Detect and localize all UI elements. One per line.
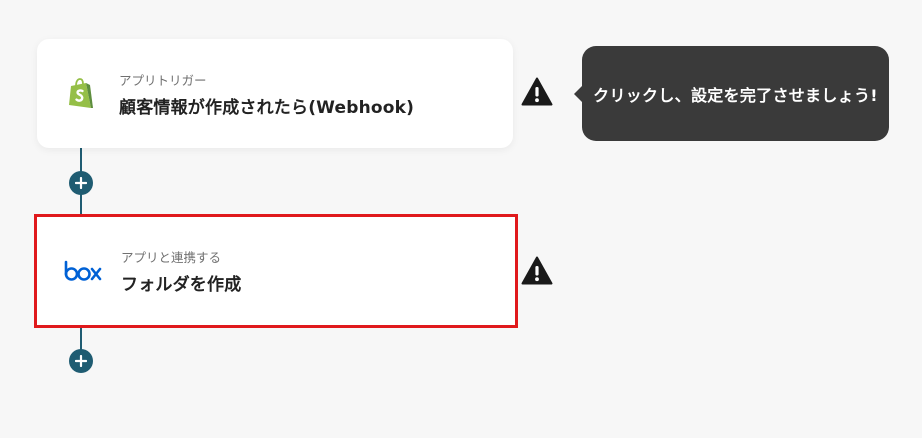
step-title: フォルダを作成 bbox=[121, 275, 242, 295]
plus-icon bbox=[75, 355, 87, 367]
shopify-icon bbox=[61, 74, 101, 114]
connector-line bbox=[80, 194, 82, 216]
add-step-button[interactable] bbox=[69, 171, 93, 195]
setup-tooltip: クリックし、設定を完了させましょう! bbox=[574, 46, 889, 141]
connector-line bbox=[80, 326, 82, 350]
step-type-label: アプリトリガー bbox=[119, 72, 207, 88]
step-type-label: アプリと連携する bbox=[121, 250, 222, 265]
plus-icon bbox=[75, 177, 87, 189]
trigger-step-card[interactable]: アプリトリガー 顧客情報が作成されたら(Webhook) bbox=[37, 39, 513, 148]
step-title: 顧客情報が作成されたら(Webhook) bbox=[119, 97, 415, 118]
connector-line bbox=[80, 148, 82, 172]
action-step-card[interactable]: アプリと連携する フォルダを作成 bbox=[34, 214, 518, 328]
warning-icon[interactable] bbox=[521, 255, 553, 287]
tooltip-text: クリックし、設定を完了させましょう! bbox=[593, 85, 878, 105]
warning-icon[interactable] bbox=[521, 76, 553, 108]
add-step-button[interactable] bbox=[69, 349, 93, 373]
flow-canvas: アプリトリガー 顧客情報が作成されたら(Webhook) アプリと連携する フォ… bbox=[0, 0, 922, 438]
box-icon bbox=[63, 251, 103, 291]
